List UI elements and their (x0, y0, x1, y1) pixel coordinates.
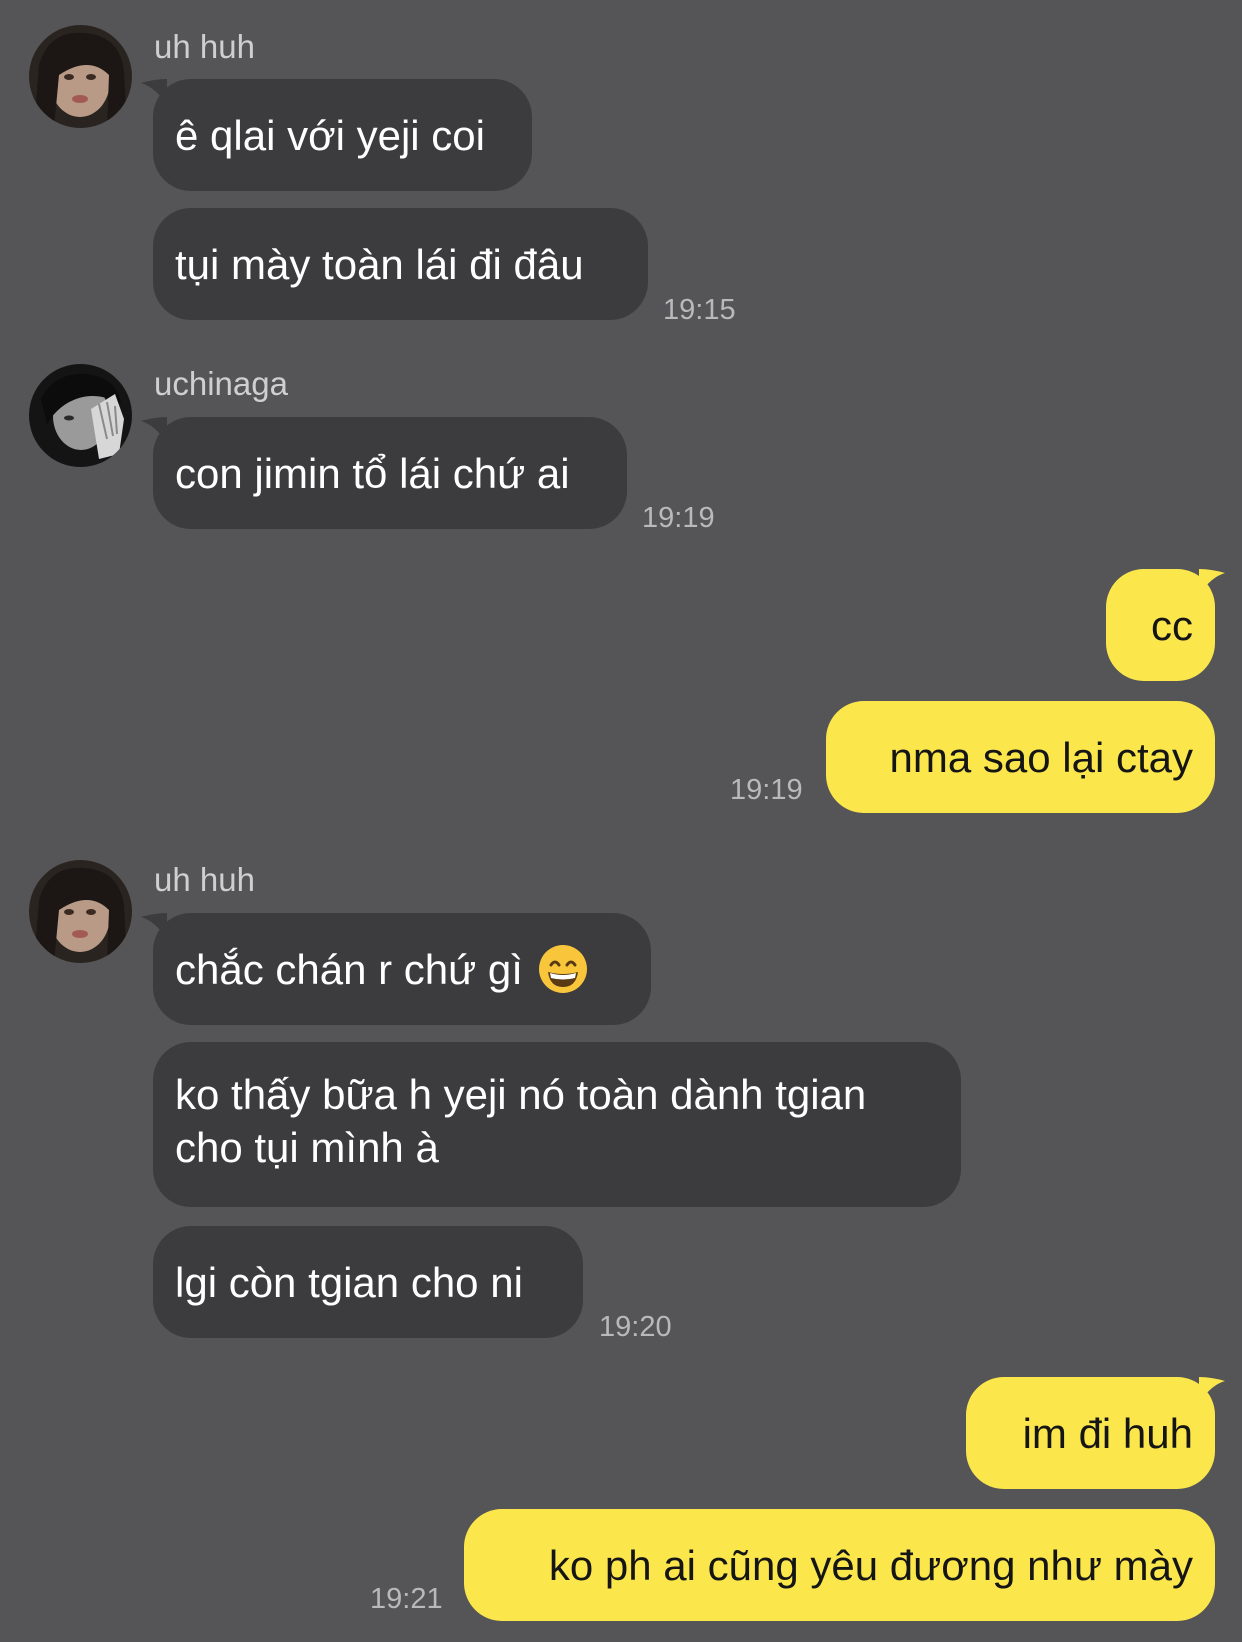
message-text: ê qlai với yeji coi (175, 111, 485, 159)
message-text: ko ph ai cũng yêu đương như mày (548, 1541, 1193, 1589)
sender-name: uchinaga (154, 365, 288, 402)
timestamp: 19:19 (730, 774, 803, 806)
message-text: chắc chán r chứ gì (175, 945, 523, 993)
bubble-tail (1199, 1377, 1225, 1403)
avatar-uh-huh[interactable] (29, 25, 132, 128)
grinning-emoji (537, 943, 589, 995)
message-text: cc (1151, 601, 1193, 649)
message-text: im đi huh (1022, 1409, 1193, 1457)
message-bubble[interactable]: tụi mày toàn lái đi đâu (153, 208, 648, 320)
message-bubble[interactable]: nma sao lại ctay (826, 701, 1215, 813)
timestamp: 19:19 (642, 502, 715, 534)
message-bubble[interactable]: lgi còn tgian cho ni (153, 1226, 583, 1338)
bubble-tail (141, 79, 167, 105)
avatar-uh-huh[interactable] (29, 860, 132, 963)
message-text: nma sao lại ctay (889, 733, 1193, 781)
sender-name: uh huh (154, 28, 255, 65)
message-bubble[interactable]: ko thấy bữa h yeji nó toàn dành tgian ch… (153, 1042, 961, 1207)
sender-name: uh huh (154, 861, 255, 898)
message-bubble[interactable]: im đi huh (966, 1377, 1215, 1489)
message-text: lgi còn tgian cho ni (175, 1258, 523, 1306)
message-bubble[interactable]: ko ph ai cũng yêu đương như mày (464, 1509, 1215, 1621)
bubble-tail (141, 417, 167, 443)
message-bubble[interactable]: ê qlai với yeji coi (153, 79, 532, 191)
message-bubble[interactable]: con jimin tổ lái chứ ai (153, 417, 627, 529)
bubble-tail (1199, 569, 1225, 595)
message-text: con jimin tổ lái chứ ai (175, 449, 570, 497)
avatar-uchinaga[interactable] (29, 364, 132, 467)
timestamp: 19:21 (370, 1583, 443, 1615)
message-bubble[interactable]: chắc chán r chứ gì (153, 913, 651, 1025)
message-text: tụi mày toàn lái đi đâu (175, 240, 584, 288)
timestamp: 19:15 (663, 294, 736, 326)
bubble-tail (141, 913, 167, 939)
message-text: ko thấy bữa h yeji nó toàn dành tgian ch… (175, 1071, 867, 1171)
timestamp: 19:20 (599, 1311, 672, 1343)
